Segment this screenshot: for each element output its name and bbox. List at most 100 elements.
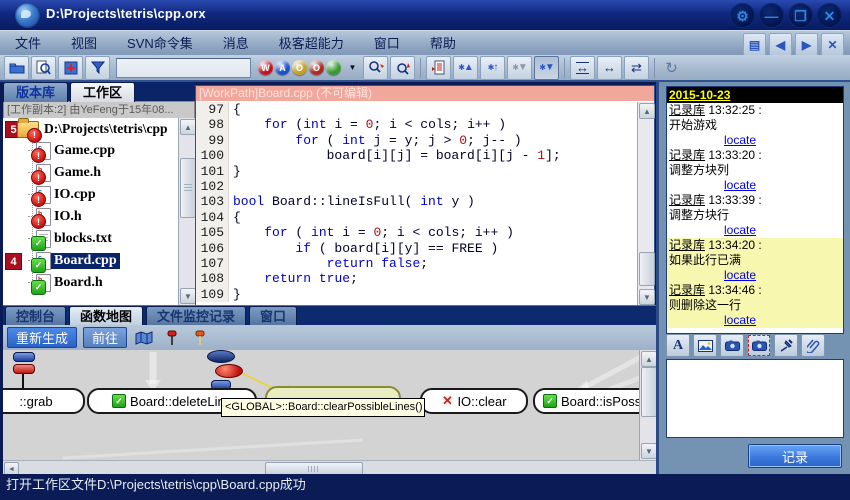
tree-row-board-cpp[interactable]: 4c✓Board.cpp [3, 250, 179, 272]
insert-image-button[interactable] [693, 334, 717, 357]
bookmark-next-gray-button[interactable]: ✱▼ [507, 56, 532, 80]
minimize-button[interactable]: — [759, 3, 784, 28]
function-node-1[interactable]: ::grab [3, 388, 85, 414]
goto-button[interactable]: 前往 [83, 327, 127, 348]
menu-item-4[interactable]: 消息 [208, 31, 264, 56]
regenerate-button[interactable]: 重新生成 [7, 327, 77, 348]
tab-workspace[interactable]: 工作区 [70, 82, 135, 102]
swap-view-button[interactable]: ⇄ [624, 56, 649, 80]
fit-width-alt-button[interactable]: ↔ [597, 56, 622, 80]
file-label[interactable]: Game.h [51, 165, 104, 181]
record-input-area[interactable] [666, 359, 844, 438]
function-node-4[interactable]: ✓Board::isPossi [533, 388, 656, 414]
previous-window-button[interactable]: ◀ [769, 33, 792, 56]
locate-link[interactable]: locate [724, 313, 841, 328]
badge-dropdown-button[interactable]: ▼ [345, 60, 360, 75]
tree-row-game-cpp[interactable]: c!Game.cpp [3, 140, 179, 162]
menu-item-2[interactable]: 视图 [56, 31, 112, 56]
settings-button[interactable]: ⚙ [730, 3, 755, 28]
attach-button[interactable] [801, 334, 825, 357]
file-label[interactable]: Game.cpp [51, 143, 118, 159]
fit-width-button[interactable]: ↔ [570, 56, 595, 80]
tree-scroll-down-button[interactable]: ▼ [180, 288, 196, 304]
toolbar-badge-5-button[interactable] [326, 60, 341, 75]
file-label[interactable]: IO.h [51, 209, 85, 225]
find-previous-button[interactable] [390, 56, 415, 80]
map-scroll-down-button[interactable]: ▼ [641, 443, 656, 459]
bookmark-first-button[interactable]: ✱▲ [453, 56, 478, 80]
marker-pin-left[interactable] [13, 352, 35, 388]
tab-repository[interactable]: 版本库 [3, 82, 68, 102]
pin-red-button[interactable] [161, 328, 183, 348]
tab-console[interactable]: 控制台 [5, 306, 66, 326]
record-button[interactable]: 记录 [748, 444, 842, 468]
window-list-button[interactable]: ▤ [743, 33, 766, 56]
workspace-panel: 版本库工作区 [工作副本:2] 由YeFeng于15年08... 5!D:\Pr… [3, 82, 195, 305]
editor-scrollbar[interactable]: ▲ ▼ [637, 102, 654, 306]
star-down-icon: ✱▼ [539, 62, 554, 73]
add-file-button[interactable] [58, 56, 83, 80]
tree-row-board-h[interactable]: h✓Board.h [3, 272, 179, 294]
editor-scroll-down-button[interactable]: ▼ [639, 289, 655, 305]
map-view-button[interactable] [133, 328, 155, 348]
tab-file-monitor[interactable]: 文件监控记录 [146, 306, 246, 326]
open-folder-button[interactable] [4, 56, 29, 80]
file-label[interactable]: blocks.txt [51, 231, 115, 247]
code-token [233, 117, 264, 132]
code-area[interactable]: 97{98 for (int i = 0; i < cols; i++ )99 … [196, 102, 638, 306]
tree-root-label[interactable]: D:\Projects\tetris\cpp [41, 121, 170, 137]
file-label[interactable]: Board.cpp [51, 253, 120, 269]
search-file-button[interactable] [31, 56, 56, 80]
tree-scroll-up-button[interactable]: ▲ [180, 119, 196, 135]
function-map-canvas[interactable]: ::grab✓Board::deleteLine✕IO::clear✓Board… [3, 350, 656, 460]
menu-item-7[interactable]: 帮助 [415, 31, 471, 56]
maximize-button[interactable]: ❐ [788, 3, 813, 28]
tab-function-map[interactable]: 函数地图 [69, 306, 143, 326]
tree-root-row[interactable]: 5!D:\Projects\tetris\cpp [3, 118, 179, 140]
close-document-button[interactable]: ✕ [821, 33, 844, 56]
next-window-button[interactable]: ▶ [795, 33, 818, 56]
toolbar-badge-2-button[interactable]: A [275, 60, 290, 75]
editor-scrollbar-thumb[interactable] [639, 252, 655, 286]
filter-button[interactable] [85, 56, 110, 80]
locate-link[interactable]: locate [724, 133, 841, 148]
toolbar-badge-4-button[interactable]: O [309, 60, 324, 75]
map-scrollbar-thumb[interactable] [641, 367, 656, 417]
tree-row-blocks-txt[interactable]: ✓blocks.txt [3, 228, 179, 250]
print-list-button[interactable] [426, 56, 451, 80]
bookmark-prev-button[interactable]: ✱↑ [480, 56, 505, 80]
code-token: int [342, 133, 365, 148]
function-node-3[interactable]: ✕IO::clear [420, 388, 528, 414]
tree-row-io-h[interactable]: h!IO.h [3, 206, 179, 228]
tab-window[interactable]: 窗口 [249, 306, 297, 326]
find-next-button[interactable] [363, 56, 388, 80]
map-scroll-up-button[interactable]: ▲ [641, 351, 656, 367]
locate-link[interactable]: locate [724, 178, 841, 193]
menu-item-1[interactable]: 文件 [0, 31, 56, 56]
map-horizontal-scrollbar[interactable]: ◄ [3, 460, 656, 475]
editor-scroll-up-button[interactable]: ▲ [639, 103, 655, 119]
file-tree-scrollbar[interactable]: ▲ ▼ [178, 118, 195, 305]
bookmark-next-button[interactable]: ✱▼ [534, 56, 559, 80]
search-combobox[interactable] [116, 58, 251, 78]
tree-scrollbar-thumb[interactable] [180, 158, 196, 218]
camera-button[interactable] [720, 334, 744, 357]
pin-yellow-button[interactable] [189, 328, 211, 348]
toolbar-badge-3-button[interactable]: O [292, 60, 307, 75]
locate-link[interactable]: locate [724, 223, 841, 238]
menu-item-3[interactable]: SVN命令集 [112, 31, 208, 56]
camera-region-button[interactable] [747, 334, 771, 357]
map-scrollbar[interactable]: ▲ ▼ [639, 350, 656, 460]
menu-item-5[interactable]: 极客超能力 [264, 31, 359, 56]
file-label[interactable]: IO.cpp [51, 187, 99, 203]
toolbar-badge-1-button[interactable]: W [258, 60, 273, 75]
menu-item-6[interactable]: 窗口 [359, 31, 415, 56]
tree-row-io-cpp[interactable]: c!IO.cpp [3, 184, 179, 206]
locate-link[interactable]: locate [724, 268, 841, 283]
font-button[interactable]: A [666, 334, 690, 357]
tree-row-game-h[interactable]: h!Game.h [3, 162, 179, 184]
file-label[interactable]: Board.h [51, 275, 106, 291]
pin-marker-button[interactable] [774, 334, 798, 357]
refresh-button[interactable]: ↻ [660, 57, 683, 79]
close-button[interactable]: ✕ [817, 3, 842, 28]
